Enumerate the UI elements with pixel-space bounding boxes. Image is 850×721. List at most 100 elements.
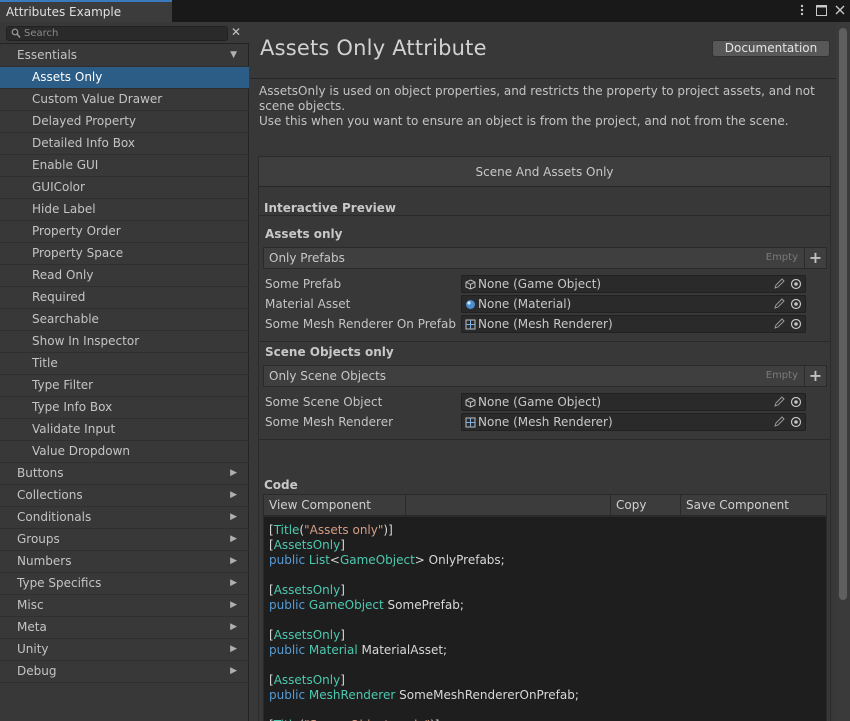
object-field[interactable]: None (Mesh Renderer) [461,413,806,431]
sidebar-item-property-space[interactable]: Property Space [0,243,249,265]
close-icon[interactable] [834,3,846,17]
sidebar-group-label: Numbers [17,554,72,568]
search-box[interactable] [6,26,228,41]
sidebar-group-label: Essentials [17,48,78,62]
sidebar-item-assets-only[interactable]: Assets Only [0,67,249,89]
save-component-script-button[interactable]: Save Component Script [681,495,827,532]
pencil-icon[interactable] [773,298,785,310]
object-field[interactable]: None (Game Object) [461,393,806,411]
code-token: ] [340,628,345,642]
object-field[interactable]: None (Mesh Renderer) [461,315,806,333]
scrollbar[interactable] [836,22,850,721]
sidebar-group-label: Buttons [17,466,64,480]
sidebar-group-unity[interactable]: Unity ▶ [0,639,249,661]
window-tab[interactable]: Attributes Example Window [0,0,172,39]
sidebar-group-collections[interactable]: Collections ▶ [0,485,249,507]
object-picker-icon[interactable] [790,278,802,290]
sidebar-group-misc[interactable]: Misc ▶ [0,595,249,617]
code-token: public [269,598,309,612]
sidebar-group-groups[interactable]: Groups ▶ [0,529,249,551]
chevron-right-icon[interactable]: ▶ [230,639,237,660]
object-picker-icon[interactable] [790,318,802,330]
sidebar-group-numbers[interactable]: Numbers ▶ [0,551,249,573]
only-scene-objects-list[interactable]: Only Scene Objects Empty + [263,365,827,387]
code-line: public List<GameObject> OnlyPrefabs; [269,553,826,568]
chevron-down-icon[interactable]: ▼ [230,45,237,66]
maximize-icon[interactable] [815,3,827,17]
object-picker-icon[interactable] [790,396,802,408]
sidebar-item-hide-label[interactable]: Hide Label [0,199,249,221]
sidebar-item-validate-input[interactable]: Validate Input [0,419,249,441]
code-line: [AssetsOnly] [269,628,826,643]
sidebar-item-show-in-inspector[interactable]: Show In Inspector [0,331,249,353]
search-input[interactable] [24,27,224,40]
sidebar-item-type-info-box[interactable]: Type Info Box [0,397,249,419]
sidebar-group-debug[interactable]: Debug ▶ [0,661,249,683]
chevron-right-icon[interactable]: ▶ [230,551,237,572]
sidebar-group-essentials[interactable]: Essentials ▼ [0,45,249,67]
view-component-code-tab[interactable]: View Component Code [264,495,406,532]
sidebar-item-title[interactable]: Title [0,353,249,375]
sidebar-item-value-dropdown[interactable]: Value Dropdown [0,441,249,463]
sidebar-group-label: Type Specifics [17,576,102,590]
clear-search-icon[interactable]: ✕ [230,25,242,39]
code-toolbar: View Component Code Copy View Save Compo… [263,494,827,532]
add-icon[interactable]: + [804,248,826,268]
chevron-right-icon[interactable]: ▶ [230,573,237,594]
code-token: public [269,643,309,657]
code-token: GameObject [339,553,415,567]
documentation-button[interactable]: Documentation [712,40,830,57]
copy-view-button[interactable]: Copy View [610,495,681,532]
sidebar-item-custom-value-drawer[interactable]: Custom Value Drawer [0,89,249,111]
sidebar-group-meta[interactable]: Meta ▶ [0,617,249,639]
sidebar-group-label: Unity [17,642,49,656]
sidebar-item-enable-gui[interactable]: Enable GUI [0,155,249,177]
chevron-right-icon[interactable]: ▶ [230,617,237,638]
code-token: public [269,688,309,702]
property-row: Some Prefab None (Game Object) [265,275,827,293]
sidebar-group-conditionals[interactable]: Conditionals ▶ [0,507,249,529]
page-title: Assets Only Attribute [260,36,487,60]
object-picker-icon[interactable] [790,298,802,310]
pencil-icon[interactable] [773,416,785,428]
sidebar-item-required[interactable]: Required [0,287,249,309]
sidebar-item-detailed-info-box[interactable]: Detailed Info Box [0,133,249,155]
sidebar-item-property-order[interactable]: Property Order [0,221,249,243]
sidebar-item-searchable[interactable]: Searchable [0,309,249,331]
main-content: Assets Only Attribute Documentation Asse… [250,22,836,721]
code-token: SomeMeshRendererOnPrefab; [395,688,579,702]
only-prefabs-list[interactable]: Only Prefabs Empty + [263,247,827,269]
sidebar-item-delayed-property[interactable]: Delayed Property [0,111,249,133]
sidebar-item-guicolor[interactable]: GUIColor [0,177,249,199]
sidebar-item-read-only[interactable]: Read Only [0,265,249,287]
add-icon[interactable]: + [804,366,826,386]
scrollbar-thumb[interactable] [839,28,847,600]
pencil-icon[interactable] [773,396,785,408]
object-picker-icon[interactable] [790,416,802,428]
assets-only-title: Assets only [265,227,343,241]
object-field[interactable]: None (Material) [461,295,806,313]
description-line: Use this when you want to ensure an obje… [259,114,789,128]
chevron-right-icon[interactable]: ▶ [230,661,237,682]
pencil-icon[interactable] [773,278,785,290]
pencil-icon[interactable] [773,318,785,330]
object-field-value: None (Mesh Renderer) [478,415,613,429]
more-icon[interactable] [796,3,808,17]
sidebar-group-type-specifics[interactable]: Type Specifics ▶ [0,573,249,595]
code-token: ] [340,583,345,597]
chevron-right-icon[interactable]: ▶ [230,485,237,506]
code-token: GameObject [308,598,384,612]
meshrenderer-icon [465,319,476,330]
object-field[interactable]: None (Game Object) [461,275,806,293]
object-field-value: None (Game Object) [478,395,602,409]
chevron-right-icon[interactable]: ▶ [230,529,237,550]
sidebar-group-buttons[interactable]: Buttons ▶ [0,463,249,485]
code-view: [Title("Assets only")] [AssetsOnly] public… [263,516,827,721]
chevron-right-icon[interactable]: ▶ [230,507,237,528]
list-label: Only Prefabs [269,251,345,265]
chevron-right-icon[interactable]: ▶ [230,463,237,484]
sidebar-item-type-filter[interactable]: Type Filter [0,375,249,397]
chevron-right-icon[interactable]: ▶ [230,595,237,616]
property-label: Some Scene Object [265,395,383,409]
